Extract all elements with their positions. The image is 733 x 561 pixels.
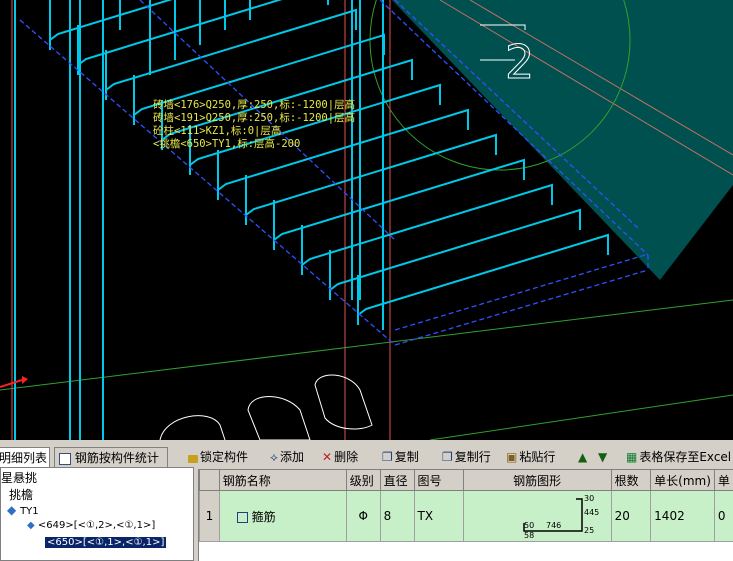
header-cell[interactable]: 级别 — [345, 469, 381, 491]
svg-text:746: 746 — [546, 521, 561, 530]
header-cell[interactable]: 根数 — [610, 469, 652, 491]
header-cell[interactable]: 单 — [713, 469, 733, 491]
header-cell — [199, 469, 220, 491]
excel-icon: ▦ — [626, 450, 638, 464]
cell-grade[interactable]: Φ — [345, 490, 381, 542]
arrow-down-icon: ▼ — [598, 450, 608, 464]
arrow-up-icon: ▲ — [578, 450, 588, 464]
svg-text:445: 445 — [584, 508, 599, 517]
row-index: 1 — [199, 490, 220, 542]
panel-tabs: 明细列表 钢筋按构件统计 — [0, 440, 170, 470]
cell-count[interactable]: 20 — [610, 490, 652, 542]
delete-icon: ✕ — [322, 450, 333, 464]
component-icon: ◆ — [27, 520, 35, 531]
header-cell[interactable]: 钢筋图形 — [462, 469, 612, 491]
stirrup-bar — [329, 208, 581, 291]
cell-shape: 30 445 746 50 58 25 — [462, 490, 612, 542]
tree-node-649[interactable]: ◆ <649>[<①,2>,<①,1>] — [27, 520, 155, 531]
lock-icon — [188, 455, 198, 463]
component-icon: ◆ — [7, 503, 17, 517]
tab-rebar-stats[interactable]: 钢筋按构件统计 — [54, 447, 168, 468]
component-tooltip: 砖墙<176>Q250,厚:250,标:-1200|层高 砖墙<191>Q250… — [153, 99, 356, 150]
svg-text:25: 25 — [584, 526, 594, 535]
lock-component-button[interactable]: 锁定构件 — [188, 446, 248, 468]
tree-node-650[interactable]: <650>[<①,1>,<①,1>] — [45, 537, 167, 548]
stirrup-icon — [236, 511, 248, 523]
svg-text:30: 30 — [584, 494, 594, 503]
copy-button[interactable]: ❐ 复制 — [382, 446, 419, 468]
cell-diameter[interactable]: 8 — [379, 490, 415, 542]
add-icon: ⟡ — [270, 450, 278, 464]
add-button[interactable]: ⟡ 添加 — [270, 446, 304, 468]
table-header: 钢筋名称 级别 直径 图号 钢筋图形 根数 单长(mm) 单 — [199, 469, 733, 491]
cell-length[interactable]: 1402 — [650, 490, 715, 542]
rebar-table: 钢筋名称 级别 直径 图号 钢筋图形 根数 单长(mm) 单 1 箍筋 Φ 8 … — [198, 469, 733, 561]
table-row[interactable]: 1 箍筋 Φ 8 TX 30 445 746 50 58 25 20 1402 … — [199, 490, 733, 542]
stirrup-bar — [273, 158, 525, 241]
header-cell[interactable]: 单长(mm) — [650, 469, 715, 491]
cell-extra[interactable]: 0 — [713, 490, 733, 542]
stirrup-bar — [301, 183, 553, 266]
svg-text:58: 58 — [524, 531, 534, 539]
axis-label: 2 — [505, 35, 534, 89]
header-cell[interactable]: 图号 — [413, 469, 464, 491]
tab-detail-list[interactable]: 明细列表 — [0, 447, 50, 468]
tree-node-eave[interactable]: 挑檐 — [9, 486, 33, 503]
move-up-button[interactable]: ▲ — [578, 446, 587, 468]
delete-button[interactable]: ✕ 删除 — [322, 446, 358, 468]
stirrup-bar — [77, 0, 329, 66]
rebar-detail-panel: 明细列表 钢筋按构件统计 锁定构件 ⟡ 添加 ✕ 删除 ❐ 复制 ❐ 复制行 ▣… — [0, 440, 733, 561]
header-cell[interactable]: 钢筋名称 — [218, 469, 347, 491]
tree-node-cantilever[interactable]: 星悬挑 — [1, 469, 37, 486]
cell-name[interactable]: 箍筋 — [218, 490, 347, 542]
toolbar: 锁定构件 ⟡ 添加 ✕ 删除 ❐ 复制 ❐ 复制行 ▣ 粘贴行 ▲ ▼ ▦ 表格… — [180, 444, 733, 470]
header-cell[interactable]: 直径 — [379, 469, 415, 491]
copy-icon: ❐ — [382, 450, 393, 464]
svg-text:50: 50 — [524, 521, 534, 530]
table-icon — [59, 452, 71, 465]
copy-row-button[interactable]: ❐ 复制行 — [442, 446, 491, 468]
component-tree: 星悬挑 挑檐 ◆ TY1 ◆ <649>[<①,2>,<①,1>] <650>[… — [0, 467, 194, 561]
rebar-shape-diagram: 30 445 746 50 58 25 — [522, 494, 599, 539]
cell-figure-no[interactable]: TX — [413, 490, 464, 542]
move-down-button[interactable]: ▼ — [598, 446, 607, 468]
paste-icon: ▣ — [506, 450, 518, 464]
rebar-3d-model: 2 — [0, 0, 733, 440]
stirrup-bar — [105, 8, 357, 91]
save-excel-button[interactable]: ▦ 表格保存至Excel — [626, 446, 731, 468]
paste-row-button[interactable]: ▣ 粘贴行 — [506, 446, 555, 468]
copy-row-icon: ❐ — [442, 450, 453, 464]
cad-viewport[interactable]: 2 砖墙<176>Q250,厚:250,标:-1200|层高 砖墙<191>Q2… — [0, 0, 733, 440]
tree-node-ty1[interactable]: ◆ TY1 — [7, 503, 39, 517]
